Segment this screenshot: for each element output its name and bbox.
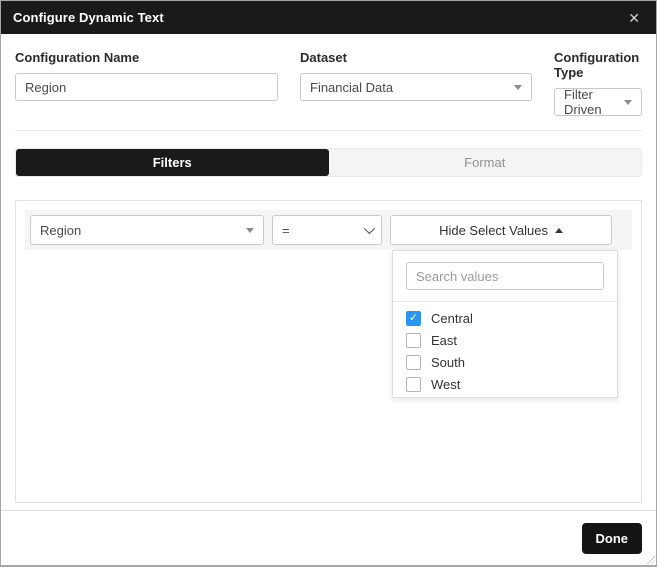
dialog-header: Configure Dynamic Text ✕	[1, 1, 656, 34]
configuration-type-label: Configuration Type	[554, 50, 640, 80]
caret-down-icon	[246, 227, 254, 233]
dataset-label: Dataset	[300, 50, 347, 65]
close-icon[interactable]: ✕	[624, 9, 644, 27]
tab-bar: Filters Format	[15, 148, 642, 177]
select-values-popover: ✓ Central East South West	[392, 250, 618, 398]
configuration-name-field: Configuration Name	[15, 47, 278, 116]
done-button[interactable]: Done	[581, 522, 642, 554]
values-checkbox-list: ✓ Central East South West	[406, 311, 604, 392]
configuration-type-selected-value: Filter Driven	[564, 87, 602, 117]
configuration-name-input[interactable]	[25, 79, 268, 95]
caret-up-icon	[554, 227, 563, 233]
value-option-label: Central	[431, 311, 473, 326]
value-option-label: East	[431, 333, 458, 348]
hide-select-values-button[interactable]: Hide Select Values	[390, 215, 612, 245]
dataset-selected-value: Financial Data	[310, 79, 394, 95]
checkbox-checked-icon[interactable]: ✓	[406, 311, 421, 326]
filter-field-select[interactable]: Region	[30, 215, 264, 245]
hide-select-values-label: Hide Select Values	[439, 222, 548, 238]
configuration-type-field: Configuration Type Filter Driven	[554, 47, 642, 117]
chevron-down-icon	[363, 222, 376, 235]
filter-row: Region = Hide Select Values ✓Cent	[25, 210, 632, 398]
tab-filters-label: Filters	[152, 155, 192, 170]
dialog-footer: Done	[1, 510, 656, 565]
value-option-row[interactable]: East	[406, 333, 604, 348]
filter-operator-selected-value: =	[282, 222, 290, 238]
fields-divider	[15, 130, 642, 131]
resize-handle-icon[interactable]	[646, 555, 655, 564]
checkbox-unchecked-icon[interactable]	[406, 355, 421, 370]
configure-dynamic-text-dialog: Configure Dynamic Text ✕ Configuration N…	[0, 0, 657, 567]
popover-divider	[393, 301, 617, 302]
filter-field-selected-value: Region	[40, 222, 82, 238]
top-fields-row: Configuration Name Dataset Financial Dat…	[15, 47, 642, 117]
dataset-select[interactable]: Financial Data	[300, 73, 532, 101]
dataset-field: Dataset Financial Data	[300, 47, 532, 116]
value-option-label: South	[431, 355, 465, 370]
value-option-row[interactable]: ✓ Central	[406, 311, 604, 326]
caret-down-icon	[624, 99, 632, 105]
configuration-name-input-box	[15, 73, 278, 101]
dialog-body: Configuration Name Dataset Financial Dat…	[1, 34, 656, 510]
dialog-title: Configure Dynamic Text	[13, 10, 164, 25]
search-values-input[interactable]	[406, 262, 604, 290]
select-values-container: Hide Select Values ✓ Central East South West	[390, 215, 618, 398]
tab-filters[interactable]: Filters	[16, 149, 329, 176]
checkbox-unchecked-icon[interactable]	[406, 333, 421, 348]
filter-operator-select[interactable]: =	[272, 215, 382, 245]
value-option-row[interactable]: West	[406, 377, 604, 392]
configuration-type-select[interactable]: Filter Driven	[554, 87, 642, 117]
caret-down-icon	[514, 84, 522, 90]
filters-panel: Region = Hide Select Values ✓Cent	[15, 200, 642, 503]
checkbox-unchecked-icon[interactable]	[406, 377, 421, 392]
value-option-label: West	[431, 377, 461, 392]
tab-format-label: Format	[464, 155, 506, 170]
value-option-row[interactable]: South	[406, 355, 604, 370]
configuration-name-label: Configuration Name	[15, 50, 140, 65]
tab-format[interactable]: Format	[329, 149, 642, 176]
